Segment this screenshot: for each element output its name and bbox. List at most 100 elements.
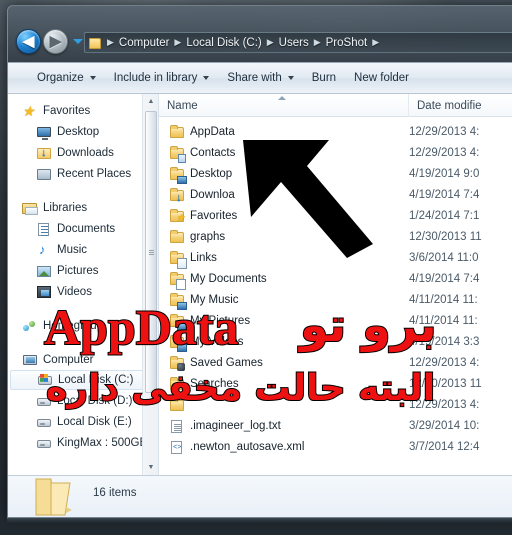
back-arrow-icon: ◀ xyxy=(22,33,35,50)
table-row[interactable]: graphs 12/30/2013 11 xyxy=(159,226,512,247)
scrollbar-thumb[interactable] xyxy=(145,111,157,393)
file-date-modified: 3/7/2014 12:4 xyxy=(409,440,480,453)
scroll-up-arrow-icon[interactable]: ▲ xyxy=(143,94,158,109)
sort-ascending-icon xyxy=(278,96,286,100)
desktop-background: ◀ ▶ ▶ Computer ▶ Local Disk (C:) ▶ Users… xyxy=(0,0,512,535)
folder-icon xyxy=(169,397,185,413)
table-row[interactable]: Desktop 4/19/2014 9:0 xyxy=(159,163,512,184)
file-name: My Videos xyxy=(190,335,244,348)
table-row[interactable]: Favorites 1/24/2014 7:1 xyxy=(159,205,512,226)
sidebar-group-favorites[interactable]: ★ Favorites xyxy=(8,100,158,121)
sidebar-item-downloads[interactable]: Downloads xyxy=(8,142,158,163)
column-header-label: Date modifie xyxy=(417,99,482,112)
chevron-right-icon: ▶ xyxy=(174,37,182,47)
sidebar-item-pictures[interactable]: Pictures xyxy=(8,260,158,281)
breadcrumb-item-local-disk-c[interactable]: Local Disk (C:) xyxy=(182,37,265,49)
toolbar-organize-button[interactable]: Organize xyxy=(28,67,105,89)
breadcrumb-item-users[interactable]: Users xyxy=(275,37,313,49)
sidebar-item-videos[interactable]: Videos xyxy=(8,281,158,302)
sidebar-group-libraries[interactable]: Libraries xyxy=(8,197,158,218)
sidebar-item-kingmax-500gb[interactable]: KingMax : 500GB xyxy=(8,432,158,453)
column-header-name[interactable]: Name xyxy=(159,94,409,117)
chevron-right-icon: ▶ xyxy=(313,37,321,47)
chevron-down-icon xyxy=(287,76,294,80)
drive-icon xyxy=(36,435,52,451)
table-row[interactable]: Contacts 12/29/2013 4: xyxy=(159,142,512,163)
sidebar-item-recent-places[interactable]: Recent Places xyxy=(8,163,158,184)
folder-searches-icon xyxy=(169,376,185,392)
status-bar: 16 items xyxy=(8,475,512,517)
file-list-rows: AppData 12/29/2013 4: Contacts 12/29/201… xyxy=(159,117,512,457)
explorer-window: ◀ ▶ ▶ Computer ▶ Local Disk (C:) ▶ Users… xyxy=(7,5,512,518)
back-button[interactable]: ◀ xyxy=(16,29,41,54)
navigation-pane[interactable]: ★ Favorites Desktop Downloads Recent Pla… xyxy=(8,94,159,475)
table-row[interactable]: Links 3/6/2014 11:0 xyxy=(159,247,512,269)
file-name: Links xyxy=(190,251,217,264)
sidebar-item-label: Videos xyxy=(57,285,92,298)
homegroup-icon xyxy=(22,318,38,334)
file-name: Saved Games xyxy=(190,356,263,369)
sidebar-group-label: Computer xyxy=(43,353,94,366)
table-row[interactable]: 12/29/2013 4: xyxy=(159,394,512,415)
sidebar-item-documents[interactable]: Documents xyxy=(8,218,158,239)
sidebar-item-label: Recent Places xyxy=(57,167,132,180)
videos-icon xyxy=(36,284,52,300)
table-row[interactable]: My Music 4/11/2014 11: xyxy=(159,289,512,310)
column-header-label: Name xyxy=(167,99,198,112)
table-row[interactable]: .newton_autosave.xml 3/7/2014 12:4 xyxy=(159,436,512,457)
file-name: Contacts xyxy=(190,146,236,159)
sidebar-group-computer[interactable]: Computer xyxy=(8,349,158,370)
address-bar[interactable]: ▶ Computer ▶ Local Disk (C:) ▶ Users ▶ P… xyxy=(84,32,512,53)
sidebar-group-homegroup[interactable]: Homegroup xyxy=(8,315,158,336)
file-date-modified: 12/30/2013 11 xyxy=(409,377,482,390)
breadcrumb-item-computer[interactable]: Computer xyxy=(115,37,174,49)
table-row[interactable]: AppData 12/29/2013 4: xyxy=(159,121,512,142)
file-date-modified: 4/11/2014 11: xyxy=(409,293,478,306)
toolbar-include-in-library-button[interactable]: Include in library xyxy=(105,67,219,89)
table-row[interactable]: Saved Games 12/29/2013 4: xyxy=(159,352,512,373)
table-row[interactable]: Downloa 4/19/2014 7:4 xyxy=(159,184,512,205)
sidebar-item-desktop[interactable]: Desktop xyxy=(8,121,158,142)
folder-large-icon xyxy=(35,478,72,516)
file-name: My Pictures xyxy=(190,314,251,327)
history-dropdown-button[interactable] xyxy=(72,37,84,47)
toolbar-item-label: Burn xyxy=(311,72,337,84)
file-name: Favorites xyxy=(190,209,238,222)
file-date-modified: 12/29/2013 4: xyxy=(409,125,480,138)
table-row[interactable]: My Pictures 4/11/2014 11: xyxy=(159,310,512,331)
toolbar-burn-button[interactable]: Burn xyxy=(303,67,345,89)
forward-button[interactable]: ▶ xyxy=(43,29,68,54)
libraries-icon xyxy=(22,200,38,216)
navigation-pane-scrollbar[interactable]: ▲ ▼ xyxy=(142,94,158,475)
file-name: .imagineer_log.txt xyxy=(190,419,281,432)
recent-places-icon xyxy=(36,166,52,182)
breadcrumb-item-proshot[interactable]: ProShot xyxy=(322,37,372,49)
file-name: graphs xyxy=(190,230,226,243)
file-list-pane[interactable]: Name Date modifie AppData 12/29/2013 4: xyxy=(159,94,512,475)
file-name: Searches xyxy=(190,377,239,390)
file-name: Downloa xyxy=(190,188,235,201)
xml-file-icon xyxy=(169,439,185,455)
toolbar-new-folder-button[interactable]: New folder xyxy=(345,67,418,89)
column-header-date-modified[interactable]: Date modifie xyxy=(409,94,512,117)
table-row[interactable]: Searches 12/30/2013 11 xyxy=(159,373,512,394)
sidebar-item-local-disk-c[interactable]: Local Disk (C:) xyxy=(10,370,154,390)
star-icon: ★ xyxy=(22,102,35,119)
sidebar-divider xyxy=(8,302,158,315)
toolbar-share-with-button[interactable]: Share with xyxy=(218,67,302,89)
sidebar-item-local-disk-d[interactable]: Local Disk (D:) xyxy=(8,390,158,411)
file-date-modified: 3/6/2014 11:0 xyxy=(409,251,479,264)
table-row[interactable]: My Documents 4/19/2014 7:4 xyxy=(159,268,512,290)
sidebar-item-music[interactable]: ♪ Music xyxy=(8,239,158,260)
scroll-down-arrow-icon[interactable]: ▼ xyxy=(143,460,158,475)
file-date-modified: 12/29/2013 4: xyxy=(409,398,480,411)
sidebar-item-label: Downloads xyxy=(57,146,114,159)
table-row[interactable]: My Videos 4/19/2014 3:3 xyxy=(159,331,512,352)
table-row[interactable]: .imagineer_log.txt 3/29/2014 10: xyxy=(159,415,512,436)
forward-arrow-icon: ▶ xyxy=(49,33,62,50)
file-date-modified: 12/29/2013 4: xyxy=(409,356,480,369)
sidebar-item-local-disk-e[interactable]: Local Disk (E:) xyxy=(8,411,158,432)
file-date-modified: 3/29/2014 10: xyxy=(409,419,480,432)
chevron-right-icon: ▶ xyxy=(107,37,114,47)
sidebar-divider xyxy=(8,184,158,197)
